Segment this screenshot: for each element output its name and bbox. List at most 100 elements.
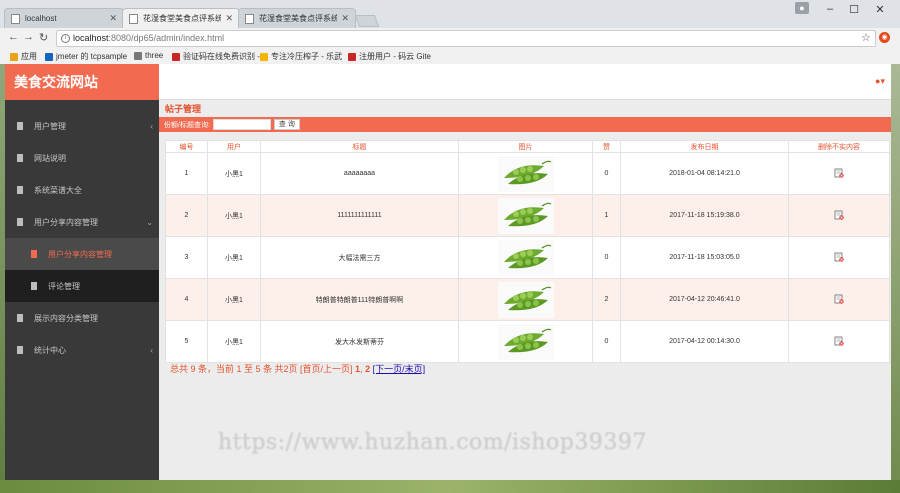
bookmark-apps[interactable]: 应用	[10, 51, 37, 62]
tab-title: 花湿食堂美食点评系统	[259, 14, 338, 23]
table-row: 3 小黑1 大幅法需三方 0 2017-11-18 15:03:05.0	[165, 236, 890, 279]
pagination: 总共 9 条，当前 1 至 5 条 共2页 [首页/上一页] 1, 2 [下一页…	[170, 364, 426, 374]
delete-icon[interactable]	[834, 336, 844, 348]
sidebar-item-stats[interactable]: 统计中心 ‹	[5, 334, 159, 366]
sidebar-item-share-content[interactable]: 用户分享内容管理 ⌄	[5, 206, 159, 238]
post-table: 编号 用户 标题 图片 赞 发布日期 删除不实内容 1 小黑1 aaaaaaaa 0 2…	[165, 140, 890, 363]
document-icon	[31, 250, 37, 258]
search-bar: 份额/标题查询: 查 询	[159, 117, 891, 132]
pagination-summary: 总共 9 条，当前 1 至 5 条 共2页 [首页/上一页]	[170, 364, 353, 374]
table-row: 2 小黑1 1111111111111 1 2017-11-18 15:19:38.0	[165, 194, 890, 237]
watermark-text: https://www.huzhan.com/ishop39397	[218, 430, 647, 455]
bookmark-label: 注册用户 - 码云 Gite	[359, 52, 432, 61]
tab-food-review[interactable]: 花湿食堂美食点评系统 ✕	[238, 8, 356, 28]
bookmark-label: 专注冷压榨子 - 乐武	[271, 52, 343, 61]
cell-image	[458, 194, 593, 237]
sidebar-item-share-content-sub[interactable]: 用户分享内容管理	[5, 238, 159, 270]
cell-user: 小黑1	[207, 236, 261, 279]
user-menu-icon[interactable]: ●▾	[875, 76, 885, 87]
cell-image	[458, 278, 593, 321]
col-likes: 赞	[592, 140, 621, 153]
delete-icon[interactable]	[834, 294, 844, 306]
sidebar-item-recipes[interactable]: 系统菜谱大全	[5, 174, 159, 206]
cell-date: 2017-11-18 15:03:05.0	[620, 236, 789, 279]
admin-app: 美食交流网站 ●▾ 用户管理 ‹ 网站说明系统菜谱大全用户分享内容管理 ⌄ 用户分享内容…	[5, 64, 891, 480]
cell-likes: 0	[592, 152, 621, 195]
bookmark-press[interactable]: 专注冷压榨子 - 乐武	[260, 51, 342, 62]
cell-user: 小黑1	[207, 320, 261, 363]
col-delete: 删除不实内容	[788, 140, 890, 153]
bookmark-star-icon[interactable]: ☆	[861, 31, 871, 44]
col-title: 标题	[260, 140, 459, 153]
table-row: 5 小黑1 发大水发斯蒂芬 0 2017-04-12 00:14:30.0	[165, 320, 890, 363]
main-content: 帖子管理 份额/标题查询: 查 询 编号 用户 标题 图片 赞 发布日期 删除不…	[159, 100, 891, 480]
search-input[interactable]	[212, 119, 271, 130]
sidebar-item-users[interactable]: 用户管理 ‹	[5, 110, 159, 142]
sidebar: 用户管理 ‹ 网站说明系统菜谱大全用户分享内容管理 ⌄ 用户分享内容管理评论管理展示内容…	[5, 100, 159, 480]
window-close-icon[interactable]: ✕	[870, 3, 890, 16]
tab-food-review-active[interactable]: 花湿食堂美食点评系统 ✕	[122, 8, 240, 28]
bookmark-label: 应用	[21, 52, 37, 61]
table-header-row: 编号 用户 标题 图片 赞 发布日期 删除不实内容	[165, 140, 890, 153]
pea-image	[459, 197, 592, 234]
document-icon	[17, 218, 23, 226]
bookmark-jmeter[interactable]: jmeter 的 tcpsample	[45, 51, 127, 62]
cell-delete	[788, 152, 890, 195]
pea-image	[459, 323, 592, 360]
brand-logo[interactable]: 美食交流网站	[5, 64, 159, 100]
profile-icon[interactable]: ●	[795, 2, 809, 14]
table-row: 1 小黑1 aaaaaaaa 0 2018-01-04 08:14:21.0	[165, 152, 890, 195]
next-last-link[interactable]: [下一页/末页]	[373, 364, 426, 374]
cell-delete	[788, 194, 890, 237]
sidebar-item-label: 系统菜谱大全	[34, 185, 82, 195]
gitee-icon	[348, 52, 356, 61]
cell-date: 2017-11-18 15:19:38.0	[620, 194, 789, 237]
extension-icon[interactable]: ◉	[879, 32, 890, 43]
delete-icon[interactable]	[834, 210, 844, 222]
delete-icon[interactable]	[834, 252, 844, 264]
cell-likes: 0	[592, 236, 621, 279]
maximize-icon[interactable]: ☐	[844, 3, 864, 16]
cell-image	[458, 236, 593, 279]
sidebar-item-categories[interactable]: 展示内容分类管理	[5, 302, 159, 334]
forward-icon[interactable]: →	[23, 31, 34, 43]
cell-date: 2017-04-12 20:46:41.0	[620, 278, 789, 321]
apps-grid-icon	[10, 52, 18, 61]
sidebar-item-label: 展示内容分类管理	[34, 313, 98, 323]
info-icon[interactable]: i	[61, 34, 70, 43]
bookmark-gitee[interactable]: 注册用户 - 码云 Gite	[348, 51, 431, 62]
page-title: 帖子管理	[165, 104, 202, 114]
cell-id: 1	[165, 152, 208, 195]
close-icon[interactable]: ✕	[341, 13, 349, 24]
close-icon[interactable]: ✕	[109, 13, 117, 24]
bookmark-captcha[interactable]: 验证码在线免费识别 -	[172, 51, 260, 62]
cell-delete	[788, 320, 890, 363]
bookmark-three[interactable]: three	[134, 51, 163, 60]
tab-title: 花湿食堂美食点评系统	[143, 14, 222, 23]
document-icon	[17, 346, 23, 354]
sidebar-item-site-info[interactable]: 网站说明	[5, 142, 159, 174]
sidebar-item-label: 用户管理	[34, 121, 66, 131]
close-icon[interactable]: ✕	[225, 13, 233, 24]
cell-likes: 0	[592, 320, 621, 363]
page-icon	[129, 13, 138, 24]
sidebar-item-comments[interactable]: 评论管理	[5, 270, 159, 302]
sidebar-item-label: 网站说明	[34, 153, 66, 163]
cell-title: aaaaaaaa	[260, 152, 459, 195]
back-icon[interactable]: ←	[8, 31, 19, 43]
reload-icon[interactable]: ↻	[39, 31, 48, 44]
cell-image	[458, 152, 593, 195]
delete-icon[interactable]	[834, 168, 844, 180]
tab-localhost[interactable]: localhost ✕	[4, 8, 124, 28]
cell-id: 5	[165, 320, 208, 363]
search-button[interactable]: 查 询	[273, 119, 300, 130]
col-date: 发布日期	[620, 140, 789, 153]
page-2-link[interactable]: 2	[365, 364, 370, 374]
cell-id: 4	[165, 278, 208, 321]
new-tab-button[interactable]	[354, 15, 380, 27]
table-body: 1 小黑1 aaaaaaaa 0 2018-01-04 08:14:21.0 2 小黑1 11…	[165, 152, 890, 363]
tab-title: localhost	[25, 14, 57, 23]
minimize-icon[interactable]: –	[820, 3, 840, 15]
sidebar-item-label: 用户分享内容管理	[48, 249, 112, 259]
address-bar[interactable]: i localhost:8080/dp65/admin/index.html	[56, 30, 876, 47]
